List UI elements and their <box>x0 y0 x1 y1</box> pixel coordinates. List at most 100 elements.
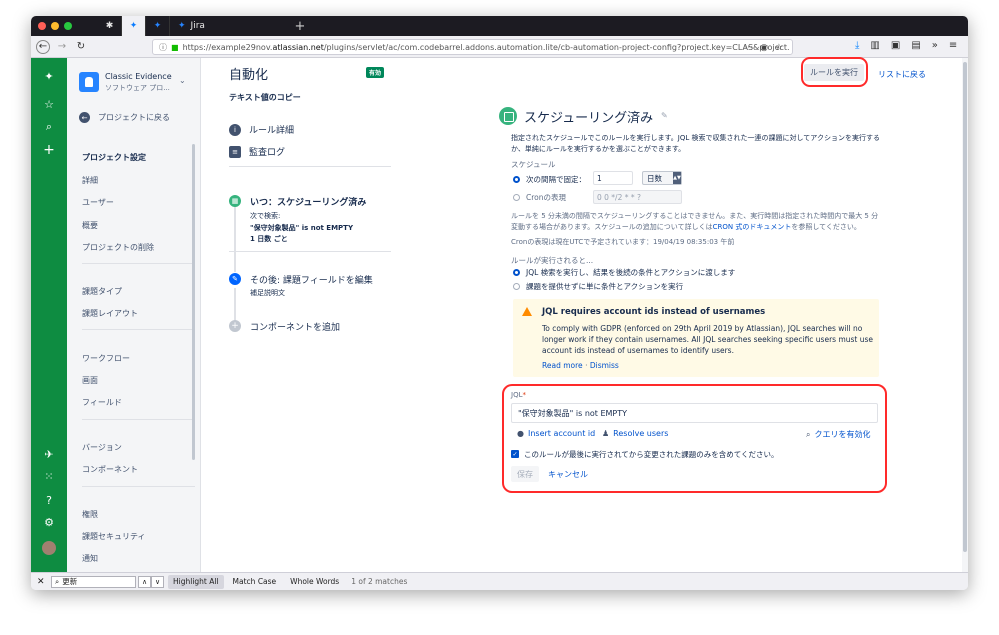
back-to-project-link[interactable]: ← プロジェクトに戻る <box>79 112 170 123</box>
add-icon[interactable]: + <box>229 320 241 332</box>
warning-body: To comply with GDPR (enforced on 29th Ap… <box>542 324 874 355</box>
insert-account-id-button[interactable]: ● Insert account id <box>517 429 595 438</box>
url-bar[interactable]: ⓘ ■ https://example29nov.atlassian.net/p… <box>152 39 793 55</box>
rule-name: テキスト値のコピー <box>229 93 301 102</box>
cancel-button[interactable]: キャンセル <box>548 469 588 480</box>
divider <box>229 251 391 252</box>
sidebar-item-components[interactable]: コンポーネント <box>82 464 138 475</box>
interval-input[interactable]: 1 <box>593 171 633 185</box>
add-component-link[interactable]: コンポーネントを追加 <box>250 320 340 333</box>
settings-gear-icon[interactable]: ⚙ <box>31 516 67 529</box>
overflow-chevron-icon[interactable]: » <box>932 40 938 51</box>
divider <box>229 166 391 167</box>
app-switcher-icon[interactable]: ⁙ <box>31 470 67 483</box>
close-window-button[interactable] <box>38 22 46 30</box>
find-input[interactable]: ⌕ 更新 <box>51 575 136 588</box>
back-button[interactable]: ← <box>36 39 50 54</box>
tab-jira-software[interactable]: ✦ <box>122 16 146 36</box>
chevron-down-icon[interactable]: ⌄ <box>179 76 186 85</box>
action-step[interactable]: その後: 課題フィールドを編集 <box>250 273 373 286</box>
jira-logo-icon[interactable]: ✦ <box>31 70 67 83</box>
cron-docs-link[interactable]: CRON 式のドキュメント <box>713 223 792 231</box>
window-controls <box>38 22 72 30</box>
save-button[interactable]: 保存 <box>511 466 539 482</box>
sidebar-item-screens[interactable]: 画面 <box>82 375 98 386</box>
tab-jira-admin[interactable]: ✦ <box>146 16 170 36</box>
sidebar-scrollbar[interactable] <box>192 144 195 460</box>
forward-button[interactable]: → <box>55 40 69 54</box>
project-avatar[interactable] <box>79 72 99 92</box>
close-icon[interactable]: ✕ <box>37 577 47 587</box>
container-icon[interactable]: ▤ <box>911 40 920 51</box>
menu-icon[interactable]: ≡ <box>949 40 957 51</box>
help-icon[interactable]: ? <box>31 494 67 507</box>
sidebar-item-summary[interactable]: 概要 <box>82 220 98 231</box>
changed-issues-checkbox[interactable]: ✓ <box>511 450 519 458</box>
pocket-icon[interactable]: ◉ <box>760 43 768 53</box>
users-icon: ♟ <box>602 429 610 438</box>
info-icon: i <box>229 123 241 136</box>
find-next-button[interactable]: ∨ <box>151 575 164 588</box>
jql-input[interactable]: "保守対象製品" is not EMPTY <box>511 403 878 423</box>
reload-button[interactable]: ↻ <box>74 40 88 54</box>
match-count: 1 of 2 matches <box>351 577 408 586</box>
library-icon[interactable]: ▥ <box>870 40 879 51</box>
sidebar-item-notifications[interactable]: 通知 <box>82 553 98 564</box>
back-to-list-link[interactable]: リストに戻る <box>878 69 926 80</box>
trigger-step[interactable]: いつ：スケジューリング済み <box>250 195 366 208</box>
url-text: https://example29nov.atlassian.net/plugi… <box>182 42 790 52</box>
project-name[interactable]: Classic Evidence <box>105 72 172 81</box>
radio-interval[interactable] <box>513 176 520 183</box>
edit-pencil-icon[interactable]: ✎ <box>661 111 668 120</box>
minimize-window-button[interactable] <box>51 22 59 30</box>
create-icon[interactable]: + <box>31 142 67 158</box>
dismiss-link[interactable]: Dismiss <box>590 361 619 370</box>
star-icon[interactable]: ☆ <box>31 98 67 111</box>
avatar[interactable] <box>42 541 56 555</box>
sidebar-item-issue-layout[interactable]: 課題レイアウト <box>82 308 138 319</box>
status-badge: 有効 <box>366 67 385 78</box>
search-icon[interactable]: ⌕ <box>31 120 67 134</box>
audit-log-link[interactable]: ≡ 監査ログ <box>229 145 285 158</box>
tab-jira[interactable]: ✦ Jira <box>170 16 290 36</box>
radio-no-issues[interactable] <box>513 283 520 290</box>
tab-settings[interactable]: ✱ <box>98 16 122 36</box>
gear-icon: ✱ <box>105 21 114 31</box>
rule-details-link[interactable]: i ルール詳細 <box>229 123 294 136</box>
sidebar-item-workflows[interactable]: ワークフロー <box>82 353 130 364</box>
warning-icon <box>522 307 532 316</box>
sidebar-item-details[interactable]: 詳細 <box>82 175 98 186</box>
match-case-toggle[interactable]: Match Case <box>228 575 282 589</box>
insert-account-id-label: Insert account id <box>527 429 596 438</box>
project-settings-heading[interactable]: プロジェクト設定 <box>82 152 146 163</box>
find-previous-button[interactable]: ∧ <box>138 575 151 588</box>
interval-unit-select[interactable]: 日数 ▲▼ <box>642 171 682 185</box>
sidebar-item-delete-project[interactable]: プロジェクトの削除 <box>82 242 154 253</box>
sidebar-item-users[interactable]: ユーザー <box>82 197 114 208</box>
project-sidebar: Classic Evidence ソフトウェア プロ... ⌄ ← プロジェクト… <box>67 58 201 572</box>
whole-words-toggle[interactable]: Whole Words <box>285 575 344 589</box>
page-actions-icon[interactable]: ··· <box>744 43 753 53</box>
highlight-all-toggle[interactable]: Highlight All <box>168 574 224 589</box>
select-arrow-icon: ▲▼ <box>673 172 681 184</box>
download-icon[interactable]: ⤓ <box>855 40 859 51</box>
sidebar-item-versions[interactable]: バージョン <box>82 442 122 453</box>
radio-cron[interactable] <box>513 194 520 201</box>
rule-details-label: ルール詳細 <box>249 126 295 136</box>
resolve-users-button[interactable]: ♟ Resolve users <box>602 429 668 438</box>
cron-input[interactable]: 0 0 */2 * * ? <box>593 190 682 204</box>
sidebar-item-issue-security[interactable]: 課題セキュリティ <box>82 531 146 542</box>
sidebar-item-fields[interactable]: フィールド <box>82 397 122 408</box>
sidebar-item-permissions[interactable]: 権限 <box>82 509 98 520</box>
sidebar-icon[interactable]: ▣ <box>891 40 900 51</box>
read-more-link[interactable]: Read more <box>542 361 583 370</box>
divider <box>82 486 195 487</box>
validate-query-button[interactable]: ⌕ クエリを有効化 <box>806 429 870 440</box>
bookmark-star-icon[interactable]: ☆ <box>775 43 783 53</box>
radio-jql-search[interactable] <box>513 269 520 276</box>
sidebar-item-issue-types[interactable]: 課題タイプ <box>82 286 122 297</box>
main-scrollbar[interactable] <box>962 58 968 572</box>
maximize-window-button[interactable] <box>64 22 72 30</box>
new-tab-button[interactable]: + <box>290 16 310 36</box>
rocket-icon[interactable]: ✈ <box>31 448 67 461</box>
